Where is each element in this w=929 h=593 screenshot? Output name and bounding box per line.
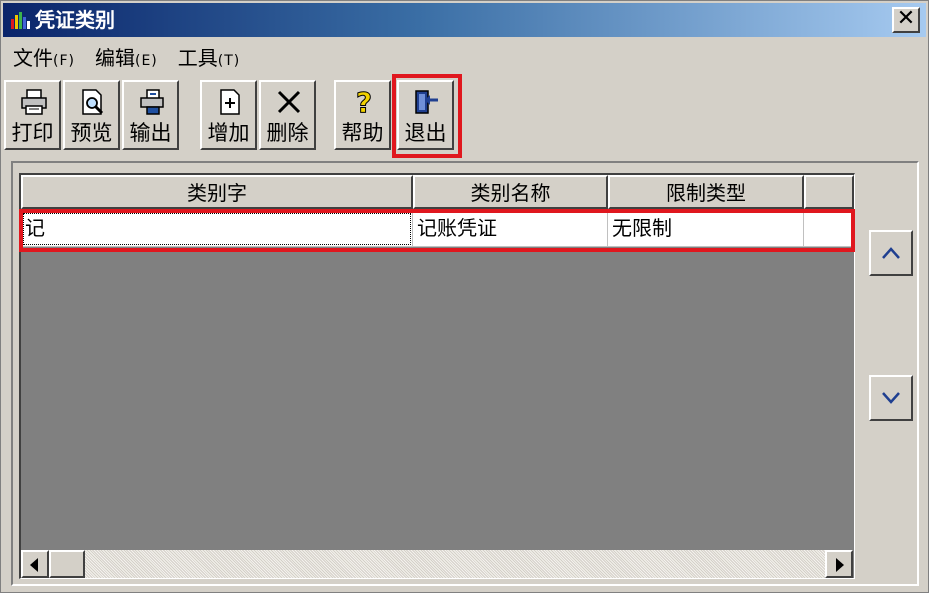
menu-edit[interactable]: 编辑(E): [85, 41, 168, 75]
column-header-type-name[interactable]: 类别名称: [413, 175, 608, 209]
menu-bar: 文件(F) 编辑(E) 工具(T): [3, 41, 250, 75]
column-header-restriction[interactable]: 限制类型: [608, 175, 804, 209]
arrow-left-icon: [30, 558, 38, 572]
toolbar: 打印 预览 输出 增加 删除 ? 帮助 退出: [1, 77, 929, 157]
menu-file-accel: (F): [53, 53, 75, 69]
move-down-button[interactable]: [869, 375, 913, 421]
close-icon: ✕: [896, 6, 916, 31]
add-button[interactable]: 增加: [200, 80, 257, 150]
column-header-extra[interactable]: [804, 175, 854, 209]
scroll-right-button[interactable]: [825, 550, 853, 578]
preview-button[interactable]: 预览: [63, 80, 120, 150]
svg-text:?: ?: [356, 88, 372, 116]
print-label: 打印: [11, 121, 54, 145]
exit-highlight-box: [392, 74, 462, 158]
add-label: 增加: [207, 121, 250, 145]
preview-label: 预览: [70, 121, 113, 145]
print-button[interactable]: 打印: [4, 80, 61, 150]
menu-file-label: 文件: [13, 46, 53, 70]
export-label: 输出: [129, 121, 172, 145]
help-label: 帮助: [341, 121, 384, 145]
preview-icon: [82, 89, 104, 115]
window-title: 凭证类别: [35, 8, 115, 32]
grid-header: 类别字 类别名称 限制类型: [21, 175, 854, 209]
title-bar: 凭证类别 ✕: [3, 3, 926, 37]
horizontal-scrollbar[interactable]: [21, 550, 853, 578]
add-document-icon: [220, 89, 240, 115]
arrow-right-icon: [836, 558, 844, 572]
row-highlight-box: [19, 209, 855, 252]
scroll-left-button[interactable]: [21, 550, 49, 578]
chevron-down-icon: [882, 392, 900, 404]
menu-edit-accel: (E): [134, 53, 158, 69]
menu-tools[interactable]: 工具(T): [168, 41, 250, 75]
scroll-thumb[interactable]: [49, 550, 85, 578]
export-button[interactable]: 输出: [122, 80, 179, 150]
menu-edit-label: 编辑: [94, 46, 135, 70]
chevron-up-icon: [882, 247, 900, 259]
export-icon: [140, 89, 164, 115]
menu-tools-label: 工具: [177, 46, 218, 70]
help-question-icon: ?: [355, 88, 372, 116]
delete-x-icon: [277, 90, 301, 114]
app-icon: [11, 12, 30, 29]
voucher-type-window: 凭证类别 ✕ 文件(F) 编辑(E) 工具(T) 打印 预览 输出 增加 删除 …: [0, 0, 929, 593]
column-header-type-code[interactable]: 类别字: [21, 175, 413, 209]
menu-tools-accel: (T): [217, 53, 241, 69]
close-button[interactable]: ✕: [892, 7, 920, 33]
help-button[interactable]: ? 帮助: [334, 80, 391, 150]
menu-file[interactable]: 文件(F): [3, 41, 85, 75]
printer-icon: [21, 89, 47, 115]
delete-button[interactable]: 删除: [259, 80, 316, 150]
move-up-button[interactable]: [869, 230, 913, 276]
delete-label: 删除: [266, 121, 309, 145]
